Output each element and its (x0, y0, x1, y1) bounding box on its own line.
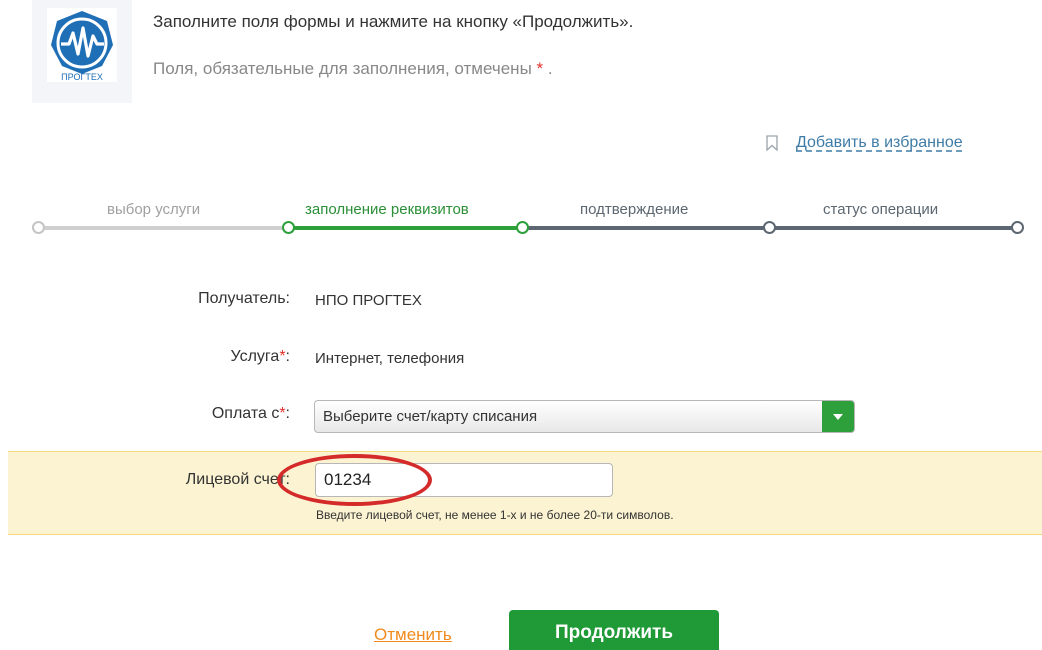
form-instruction: Заполните поля формы и нажмите на кнопку… (153, 12, 634, 31)
step-operation-status: статус операции (823, 201, 939, 218)
payment-source-selected: Выберите счет/карту списания (323, 408, 538, 425)
add-to-favorites-label[interactable]: Добавить в избранное (796, 134, 963, 152)
dropdown-button[interactable] (822, 401, 854, 432)
required-note-end: . (547, 59, 553, 78)
payment-label-colon: : (285, 405, 290, 422)
step-line-active (288, 226, 523, 230)
recipient-label: Получатель: (198, 290, 290, 307)
progress-steps: выбор услуги заполнение реквизитов подтв… (30, 196, 1025, 241)
required-fields-note: Поля, обязательные для заполнения, отмеч… (153, 59, 553, 79)
account-number-input[interactable] (315, 463, 613, 497)
recipient-value: НПО ПРОГТЕХ (315, 292, 422, 309)
cancel-link[interactable]: Отменить (374, 625, 452, 645)
payment-source-label: Оплата с*: (212, 405, 290, 423)
service-label-colon: : (285, 348, 290, 365)
account-hint: Введите лицевой счет, не менее 1-х и не … (316, 508, 674, 522)
step-select-service: выбор услуги (107, 201, 201, 218)
service-value: Интернет, телефония (315, 350, 465, 367)
step-fill-details: заполнение реквизитов (305, 201, 469, 218)
required-note-text: Поля, обязательные для заполнения, отмеч… (153, 59, 532, 78)
progtekh-logo: ПРОГТЕХ (47, 8, 117, 82)
service-label-text: Услуга (230, 348, 280, 365)
payment-label-text: Оплата с (211, 405, 280, 422)
service-label: Услуга*: (231, 348, 291, 366)
step-dot-2 (282, 221, 295, 234)
step-confirmation: подтверждение (580, 201, 689, 218)
account-label: Лицевой счет: (185, 471, 290, 488)
continue-button[interactable]: Продолжить (509, 610, 719, 650)
step-dot-4 (763, 221, 776, 234)
step-dot-3 (516, 221, 529, 234)
step-dot-5 (1011, 221, 1024, 234)
step-dot-1 (32, 221, 45, 234)
logo-text: ПРОГТЕХ (61, 72, 103, 82)
add-to-favorites-link[interactable]: Добавить в избранное (766, 131, 963, 155)
chevron-down-icon (833, 413, 843, 420)
payment-source-select[interactable]: Выберите счет/карту списания (314, 400, 855, 433)
step-line-done (38, 226, 288, 230)
bookmark-icon (766, 135, 778, 151)
required-star: * (536, 59, 544, 78)
